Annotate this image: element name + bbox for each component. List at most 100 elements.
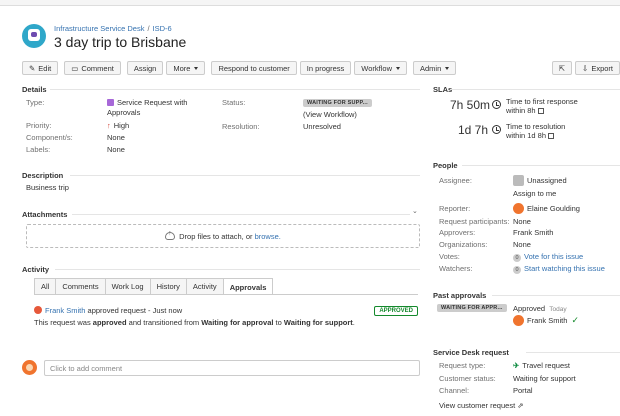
avatar: [513, 203, 524, 214]
reporter-value: Elaine Goulding: [513, 203, 580, 214]
share-icon: ⇱: [558, 63, 566, 73]
comment-input[interactable]: Click to add comment: [44, 360, 420, 376]
respond-to-customer-button[interactable]: Respond to customer: [211, 61, 297, 75]
tab-work-log[interactable]: Work Log: [104, 278, 151, 294]
past-approver-name: Frank Smith: [527, 316, 568, 325]
priority-value-text: High: [113, 121, 130, 130]
browse-link[interactable]: browse.: [255, 232, 281, 241]
vote-link[interactable]: Vote for this issue: [524, 252, 583, 261]
people-divider: [462, 165, 620, 166]
service-request-icon: [107, 99, 114, 106]
breadcrumb-project-link[interactable]: Infrastructure Service Desk: [54, 24, 144, 33]
approvers-label: Approvers:: [439, 228, 476, 237]
service-desk-heading: Service Desk request: [433, 348, 509, 357]
comment-button[interactable]: ▭ Comment: [64, 61, 121, 75]
votes-count: 0: [513, 254, 521, 262]
tab-activity[interactable]: Activity: [185, 278, 224, 294]
resolution-goal: within 1d 8h: [506, 131, 565, 140]
resolution-sla-label: Time to resolution: [506, 122, 566, 131]
type-label: Type:: [26, 98, 45, 107]
request-type-label: Request type:: [439, 361, 486, 370]
details-heading: Details: [22, 85, 47, 94]
watch-link[interactable]: Start watching this issue: [524, 264, 605, 273]
upload-cloud-icon: [165, 230, 176, 240]
reporter-label: Reporter:: [439, 204, 471, 213]
resolution-value: Unresolved: [303, 122, 341, 131]
organizations-label: Organizations:: [439, 240, 488, 249]
avatar: [34, 306, 42, 314]
to-word: to: [275, 318, 282, 327]
share-button[interactable]: ⇱: [551, 61, 573, 75]
type-value-text: Service Request with Approvals: [107, 98, 188, 117]
tab-comments[interactable]: Comments: [55, 278, 106, 294]
first-response-goal-text: within 8h: [506, 106, 536, 115]
assignee-label: Assignee:: [439, 176, 472, 185]
participants-value: None: [513, 217, 531, 226]
priority-value: ↑ High: [107, 121, 129, 130]
approval-entry-header: Frank Smith approved request - Just now: [34, 306, 418, 315]
customer-status-value: Waiting for support: [513, 374, 576, 383]
tab-history[interactable]: History: [149, 278, 187, 294]
channel-value: Portal: [513, 386, 533, 395]
workflow-dropdown[interactable]: Workflow: [354, 61, 407, 75]
drop-files-text: Drop files to attach, or: [179, 231, 253, 241]
slas-divider: [450, 89, 620, 90]
issue-toolbar: ✎ Edit ▭ Comment Assign More Respond to cu…: [22, 61, 457, 75]
activity-tabs: All Comments Work Log History Activity A…: [34, 278, 274, 295]
past-approval-when: Today: [549, 306, 567, 313]
votes-value: 0 Vote for this issue: [513, 252, 583, 262]
more-dropdown[interactable]: More: [166, 61, 206, 75]
project-avatar[interactable]: [22, 24, 46, 48]
robot-icon: [28, 29, 40, 41]
assign-button[interactable]: Assign: [126, 61, 164, 75]
reporter-text: Elaine Goulding: [527, 204, 580, 213]
tabs-divider: [34, 294, 418, 295]
resolution-info: Time to resolution within 1d 8h: [506, 122, 565, 140]
tab-approvals[interactable]: Approvals: [222, 278, 274, 295]
attachments-heading: Attachments: [22, 210, 68, 219]
description-divider: [70, 175, 420, 176]
clock-icon: [492, 100, 501, 109]
admin-dropdown[interactable]: Admin: [412, 61, 457, 75]
calendar-icon: [537, 108, 544, 114]
approval-line-pre: This request was: [34, 318, 91, 327]
labels-value: None: [107, 145, 125, 154]
approvers-value: Frank Smith: [513, 228, 554, 237]
breadcrumb-issue-key-link[interactable]: ISD-6: [153, 24, 172, 33]
resolution-goal-text: within 1d 8h: [506, 131, 547, 140]
request-type-value: ✈ Travel request: [513, 361, 570, 370]
status-badge: WAITING FOR SUPP...: [303, 99, 372, 107]
watchers-label: Watchers:: [439, 264, 473, 273]
to-status: Waiting for support: [283, 318, 353, 327]
in-progress-button[interactable]: In progress: [299, 61, 352, 75]
attachment-dropzone[interactable]: Drop files to attach, or browse.: [26, 224, 420, 248]
view-customer-request-link[interactable]: View customer request ⇗: [439, 401, 524, 410]
assignee-text: Unassigned: [527, 176, 567, 185]
watchers-value: 0 Start watching this issue: [513, 264, 605, 274]
view-workflow-link[interactable]: (View Workflow): [303, 110, 357, 119]
type-value: Service Request with Approvals: [107, 98, 217, 118]
channel-label: Channel:: [439, 386, 470, 395]
past-approval-status: WAITING FOR APPR...: [437, 302, 507, 312]
status-badge: WAITING FOR APPR...: [437, 304, 507, 312]
avatar: [513, 175, 524, 186]
people-heading: People: [433, 161, 458, 170]
approver-link[interactable]: Frank Smith: [45, 306, 85, 315]
avatar: [513, 315, 524, 326]
workflow-dropdown-label: Workflow: [361, 63, 392, 73]
tab-all[interactable]: All: [34, 278, 57, 294]
past-approval-approver: Frank Smith ✓: [513, 315, 579, 326]
past-approvals-divider: [492, 295, 620, 296]
export-button[interactable]: ⇩ Export: [575, 61, 620, 75]
resolution-clock: [492, 125, 501, 135]
edit-button[interactable]: ✎ Edit: [22, 61, 59, 75]
participants-label: Request participants:: [439, 217, 510, 226]
assign-to-me-link[interactable]: Assign to me: [513, 189, 556, 198]
admin-dropdown-label: Admin: [419, 63, 442, 73]
attachments-options-icon[interactable]: ⌄: [412, 207, 418, 215]
first-response-clock: [492, 100, 501, 110]
description-text: Business trip: [26, 183, 69, 192]
approval-line-mid: and transitioned from: [128, 318, 200, 327]
comment-button-label: Comment: [81, 63, 114, 73]
status-value: WAITING FOR SUPP...: [303, 97, 372, 107]
